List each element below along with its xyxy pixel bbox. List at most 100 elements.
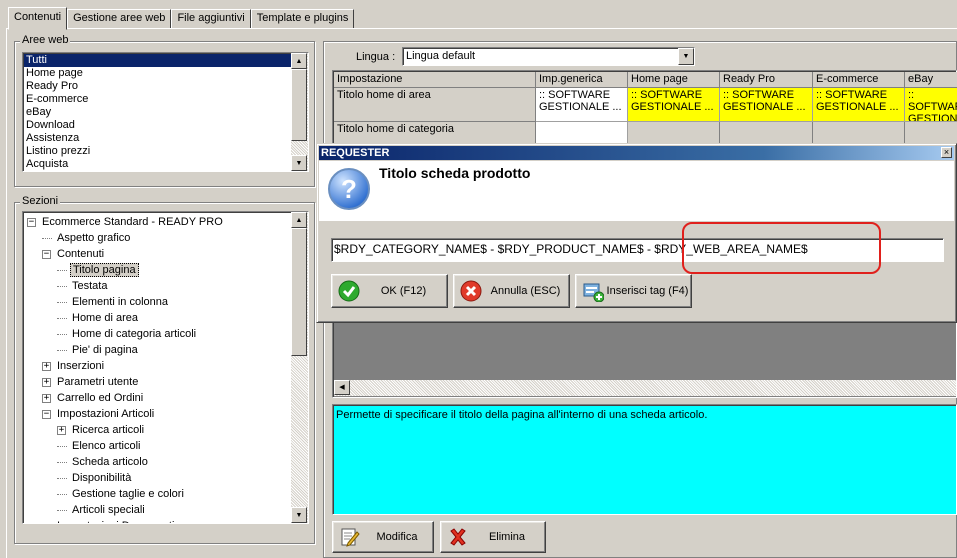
scroll-left-arrow-icon[interactable]: ◀ xyxy=(334,380,350,395)
ok-button[interactable]: OK (F12) xyxy=(331,274,448,308)
tree-item-label: Elenco articoli xyxy=(72,440,141,452)
grid-column-header[interactable]: Imp.generica xyxy=(536,72,628,88)
aree-web-item[interactable]: Download xyxy=(24,119,291,132)
aree-web-scrollbar[interactable]: ▲ ▼ xyxy=(291,53,308,171)
tab-strip: Contenuti Gestione aree web File aggiunt… xyxy=(8,7,355,30)
tree-item-label: Carrello ed Ordini xyxy=(57,392,144,404)
tree-item[interactable]: Elenco articoli xyxy=(57,438,142,454)
aree-web-item[interactable]: Acquista xyxy=(24,158,291,171)
tree-item[interactable]: Testata xyxy=(57,278,109,294)
tree-item-label: Aspetto grafico xyxy=(57,232,131,244)
tree-item[interactable]: + Parametri utente xyxy=(42,374,140,390)
tree-item-label: Parametri utente xyxy=(57,376,139,388)
tree-item[interactable]: − Contenuti xyxy=(42,246,106,262)
sezioni-scrollbar[interactable]: ▲ ▼ xyxy=(291,212,308,523)
tree-item-label: Ricerca articoli xyxy=(72,424,145,436)
collapse-minus-icon[interactable]: − xyxy=(42,409,51,419)
grid-cell[interactable] xyxy=(813,122,905,144)
tree-item-label: Testata xyxy=(72,280,108,292)
expand-plus-icon[interactable]: + xyxy=(42,377,51,387)
grid-column-header[interactable]: eBay xyxy=(905,72,957,88)
modifica-button[interactable]: Modifica xyxy=(332,521,434,553)
dialog-header: ? Titolo scheda prodotto xyxy=(319,161,954,221)
tree-item[interactable]: Aspetto grafico xyxy=(42,230,132,246)
tree-item[interactable]: + Inserzioni xyxy=(42,358,106,374)
grid-cell[interactable]: :: SOFTWARE GESTIONALE ... xyxy=(628,88,720,122)
sezioni-tree[interactable]: − Ecommerce Standard - READY PRO Aspetto g… xyxy=(22,211,309,524)
aree-web-item[interactable]: Listino prezzi xyxy=(24,145,291,158)
scroll-thumb[interactable] xyxy=(291,69,307,141)
aree-web-item[interactable]: E-commerce xyxy=(24,93,291,106)
svg-text:?: ? xyxy=(341,174,357,204)
aree-web-item[interactable]: Tutti xyxy=(24,54,291,67)
tree-item[interactable]: Home di categoria articoli xyxy=(57,326,198,342)
tree-item[interactable]: Articoli speciali xyxy=(57,502,147,518)
aree-web-item[interactable]: Home page xyxy=(24,67,291,80)
tree-item[interactable]: Home di area xyxy=(57,310,140,326)
checkmark-icon xyxy=(338,280,360,302)
tree-item[interactable]: − Impostazioni Articoli xyxy=(42,406,156,422)
grid-cell[interactable]: :: SOFTWARE GESTIONALE ... xyxy=(720,88,813,122)
tree-item[interactable]: Gestione taglie e colori xyxy=(57,486,186,502)
grid-cell[interactable] xyxy=(536,122,628,144)
tab-gestione-aree-web[interactable]: Gestione aree web xyxy=(67,9,172,29)
aree-web-item[interactable]: eBay xyxy=(24,106,291,119)
tree-item-label: Elementi in colonna xyxy=(72,296,169,308)
scroll-up-arrow-icon[interactable]: ▲ xyxy=(291,53,307,69)
tree-item[interactable]: Pie' di pagina xyxy=(57,342,140,358)
grid-cell[interactable] xyxy=(628,122,720,144)
scroll-thumb[interactable] xyxy=(291,228,307,356)
inserisci-tag-button[interactable]: Inserisci tag (F4) xyxy=(575,274,692,308)
grid-cell[interactable] xyxy=(905,122,957,144)
tree-item[interactable]: Scheda articolo xyxy=(57,454,150,470)
expand-plus-icon[interactable]: + xyxy=(57,425,66,435)
dialog-titlebar[interactable]: REQUESTER × xyxy=(319,146,954,160)
grid-column-header[interactable]: Home page xyxy=(628,72,720,88)
grid-hscrollbar[interactable]: ◀ xyxy=(334,380,956,396)
grid-column-header[interactable]: Ready Pro xyxy=(720,72,813,88)
grid-column-header[interactable]: E-commerce xyxy=(813,72,905,88)
tree-item[interactable]: Impostazioni Documenti xyxy=(42,518,176,523)
scroll-down-arrow-icon[interactable]: ▼ xyxy=(291,155,307,171)
close-icon[interactable]: × xyxy=(941,147,952,158)
grid-column-header[interactable]: Impostazione xyxy=(334,72,536,88)
grid-cell[interactable] xyxy=(720,122,813,144)
tree-item[interactable]: Disponibilità xyxy=(57,470,133,486)
collapse-minus-icon[interactable]: − xyxy=(42,249,51,259)
scroll-down-arrow-icon[interactable]: ▼ xyxy=(291,507,307,523)
scroll-up-arrow-icon[interactable]: ▲ xyxy=(291,212,307,228)
tree-item[interactable]: Elementi in colonna xyxy=(57,294,170,310)
tree-item[interactable]: + Carrello ed Ordini xyxy=(42,390,145,406)
tree-item-label: Scheda articolo xyxy=(72,456,148,468)
aree-web-item[interactable]: Assistenza xyxy=(24,132,291,145)
tree-connector xyxy=(42,237,52,239)
elimina-button[interactable]: Elimina xyxy=(440,521,546,553)
question-icon: ? xyxy=(328,168,370,210)
aree-web-list[interactable]: Tutti Home page Ready Pro E-commerce eBay Dow… xyxy=(22,52,309,172)
expand-plus-icon[interactable]: + xyxy=(42,393,51,403)
lingua-label: Lingua : xyxy=(356,51,396,63)
tree-item-label: Disponibilità xyxy=(72,472,132,484)
tree-item[interactable]: Titolo pagina xyxy=(57,262,139,278)
cancel-icon xyxy=(460,280,482,302)
grid-cell[interactable]: :: SOFTWARE GESTIONALE ... xyxy=(536,88,628,122)
tab-file-aggiuntivi[interactable]: File aggiuntivi xyxy=(171,9,251,29)
grid-row-name[interactable]: Titolo home di area xyxy=(334,88,536,122)
dropdown-arrow-icon[interactable]: ▼ xyxy=(678,48,694,65)
tree-item-label: Gestione taglie e colori xyxy=(72,488,184,500)
collapse-minus-icon[interactable]: − xyxy=(27,217,36,227)
tree-item[interactable]: − Ecommerce Standard - READY PRO xyxy=(27,214,225,230)
tree-item[interactable]: + Ricerca articoli xyxy=(57,422,146,438)
annotation-highlight xyxy=(682,222,881,274)
tab-contenuti[interactable]: Contenuti xyxy=(8,7,68,30)
grid-cell[interactable]: :: SOFTWARE GESTIONALE ... xyxy=(813,88,905,122)
tree-connector xyxy=(57,285,67,287)
aree-web-item[interactable]: Ready Pro xyxy=(24,80,291,93)
lingua-select[interactable]: Lingua default ▼ xyxy=(402,47,695,66)
grid-row-name[interactable]: Titolo home di categoria xyxy=(334,122,536,144)
annulla-button[interactable]: Annulla (ESC) xyxy=(453,274,570,308)
sezioni-label: Sezioni xyxy=(20,195,61,207)
grid-cell[interactable]: :: SOFTWARE GESTIONALE ... xyxy=(905,88,957,122)
expand-plus-icon[interactable]: + xyxy=(42,361,51,371)
tab-template-e-plugins[interactable]: Template e plugins xyxy=(250,9,355,29)
